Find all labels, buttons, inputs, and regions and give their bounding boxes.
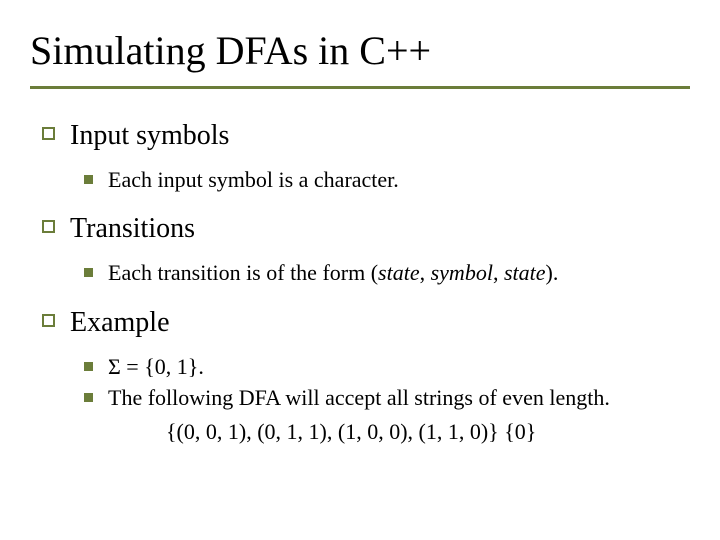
hollow-square-icon bbox=[42, 314, 55, 327]
text-fragment: , bbox=[420, 260, 431, 285]
text-fragment: ). bbox=[546, 260, 559, 285]
bullet-example: Example bbox=[30, 304, 690, 342]
italic-state: state bbox=[504, 260, 546, 285]
filled-square-icon bbox=[84, 393, 93, 402]
section-heading: Example bbox=[70, 307, 170, 338]
section-heading: Transitions bbox=[70, 213, 195, 244]
title-underline bbox=[30, 86, 690, 89]
continuation-dfa-set: {(0, 0, 1), (0, 1, 1), (1, 0, 0), (1, 1,… bbox=[30, 417, 690, 447]
slide: Simulating DFAs in C++ Input symbols Eac… bbox=[0, 0, 720, 540]
slide-title: Simulating DFAs in C++ bbox=[30, 28, 690, 80]
bullet-input-symbols: Input symbols bbox=[30, 117, 690, 155]
text-fragment: Each transition is of the form ( bbox=[108, 260, 378, 285]
italic-symbol: symbol bbox=[431, 260, 493, 285]
subbullet-text: Σ = {0, 1}. bbox=[108, 354, 204, 379]
subbullet-transition-form: Each transition is of the form (state, s… bbox=[30, 258, 690, 288]
subbullet-input-symbol-char: Each input symbol is a character. bbox=[30, 165, 690, 195]
filled-square-icon bbox=[84, 268, 93, 277]
hollow-square-icon bbox=[42, 220, 55, 233]
subbullet-text: Each input symbol is a character. bbox=[108, 167, 399, 192]
hollow-square-icon bbox=[42, 127, 55, 140]
text-fragment: , bbox=[493, 260, 504, 285]
section-heading: Input symbols bbox=[70, 120, 229, 151]
subbullet-sigma: Σ = {0, 1}. bbox=[30, 352, 690, 382]
subbullet-dfa-accept: The following DFA will accept all string… bbox=[30, 383, 690, 413]
subbullet-text: The following DFA will accept all string… bbox=[108, 385, 610, 410]
italic-state: state bbox=[378, 260, 420, 285]
filled-square-icon bbox=[84, 362, 93, 371]
bullet-transitions: Transitions bbox=[30, 210, 690, 248]
subbullet-text: Each transition is of the form (state, s… bbox=[108, 260, 558, 285]
filled-square-icon bbox=[84, 175, 93, 184]
